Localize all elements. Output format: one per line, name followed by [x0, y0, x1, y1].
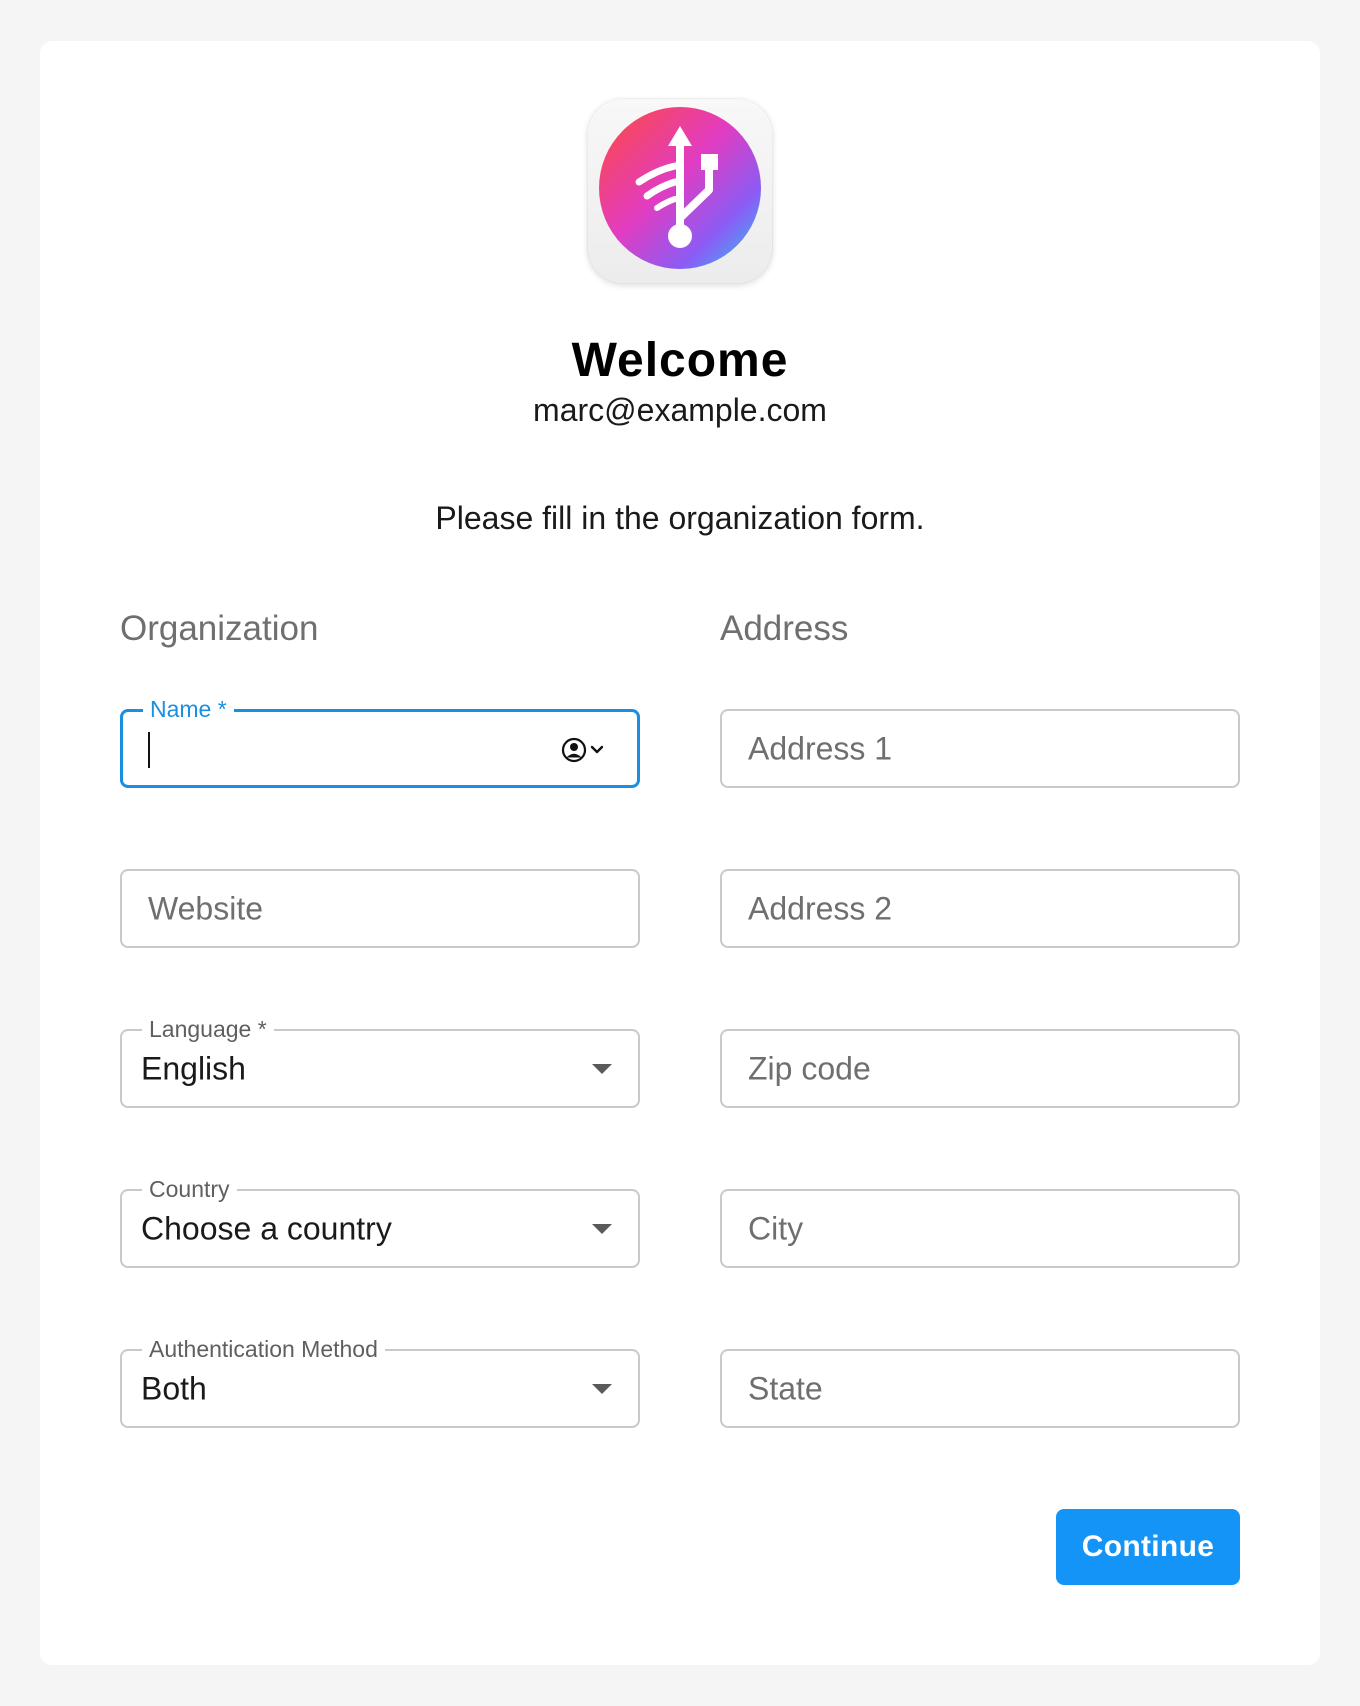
- caret-down-icon: [592, 1383, 612, 1394]
- auth-method-label: Authentication Method: [142, 1335, 385, 1363]
- caret-down-icon: [592, 1223, 612, 1234]
- country-label: Country: [142, 1175, 237, 1203]
- country-value: Choose a country: [141, 1210, 392, 1246]
- language-select[interactable]: Language * English: [120, 1015, 640, 1108]
- country-select[interactable]: Country Choose a country: [120, 1175, 640, 1268]
- language-label: Language *: [142, 1015, 274, 1043]
- app-logo: [587, 98, 773, 284]
- city-placeholder: City: [748, 1210, 804, 1246]
- name-label: Name *: [143, 695, 234, 723]
- state-input[interactable]: State: [720, 1349, 1240, 1428]
- contact-autofill-icon[interactable]: [561, 736, 609, 764]
- auth-method-value: Both: [141, 1370, 207, 1406]
- website-input[interactable]: Website: [120, 869, 640, 948]
- page-title: Welcome: [571, 334, 789, 387]
- auth-method-select[interactable]: Authentication Method Both: [120, 1335, 640, 1428]
- name-input[interactable]: Name *: [120, 695, 640, 788]
- city-input[interactable]: City: [720, 1189, 1240, 1268]
- website-placeholder: Website: [148, 890, 264, 926]
- caret-down-icon: [592, 1063, 612, 1074]
- address1-input[interactable]: Address 1: [720, 709, 1240, 788]
- zip-code-input[interactable]: Zip code: [720, 1029, 1240, 1108]
- state-placeholder: State: [748, 1370, 823, 1406]
- zip-code-placeholder: Zip code: [748, 1050, 871, 1086]
- address2-input[interactable]: Address 2: [720, 869, 1240, 948]
- language-value: English: [141, 1050, 246, 1086]
- form-instructions: Please fill in the organization form.: [435, 500, 925, 536]
- onboarding-card: Welcome marc@example.com Please fill in …: [40, 41, 1320, 1665]
- user-email: marc@example.com: [533, 392, 827, 428]
- address1-placeholder: Address 1: [748, 730, 893, 766]
- text-cursor: [148, 732, 150, 768]
- organization-section-title: Organization: [120, 609, 319, 648]
- continue-button[interactable]: Continue: [1056, 1509, 1240, 1585]
- usb-wireless-icon: [599, 107, 761, 269]
- address2-placeholder: Address 2: [748, 890, 893, 926]
- address-section-title: Address: [720, 609, 849, 648]
